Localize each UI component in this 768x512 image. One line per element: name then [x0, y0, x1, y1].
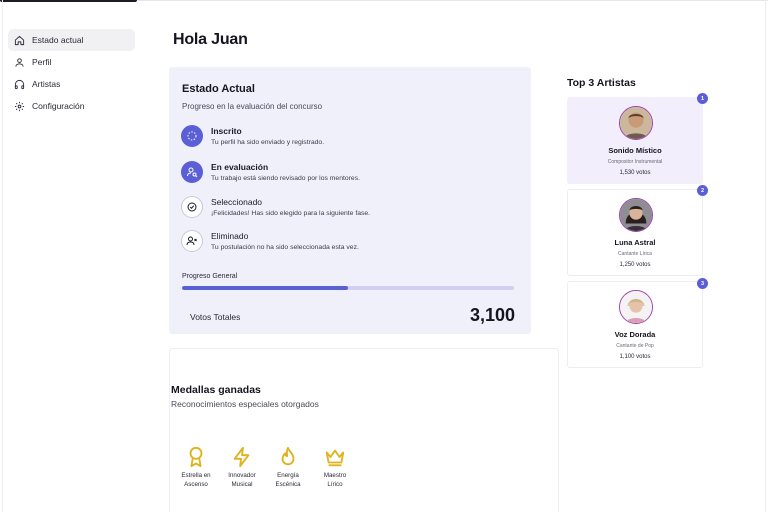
artist-card[interactable]: Luna Astral Cantante Lírica 1,250 votos — [567, 189, 703, 276]
step-title: Inscrito — [211, 126, 242, 136]
progress-bar-fill — [182, 286, 348, 290]
user-search-icon — [181, 161, 203, 183]
dashed-circle-icon — [181, 125, 203, 147]
medal-label-line2: Escénica — [275, 480, 301, 488]
artist-votes: 1,100 votos — [619, 354, 651, 360]
status-subtitle: Progreso en la evaluación del concurso — [182, 102, 323, 111]
award-icon — [189, 446, 203, 468]
step-inscrito: Inscrito Tu perfil ha sido enviado y reg… — [181, 125, 511, 151]
medal-label-line1: Estrella en — [181, 472, 211, 479]
frame-left-border — [2, 0, 3, 512]
progress-bar — [182, 286, 514, 290]
top-tab-indicator — [0, 0, 137, 2]
artist-card[interactable]: Voz Dorada Cantante de Pop 1,100 votos — [567, 281, 703, 368]
avatar — [619, 290, 653, 324]
avatar — [619, 106, 653, 140]
rank-badge: 2 — [697, 185, 708, 196]
gear-icon — [13, 100, 25, 112]
artist-votes: 1,250 votos — [619, 262, 651, 268]
sidebar-item-label: Estado actual — [32, 35, 84, 45]
medal-label-line1: Innovador — [228, 472, 256, 479]
medal-label-line1: Maestro — [323, 472, 347, 479]
frame-right-border — [765, 0, 766, 512]
medals-title: Medallas ganadas — [171, 384, 261, 396]
artist-card[interactable]: Sonido Místico Compositor Instrumental 1… — [567, 97, 703, 184]
sidebar-item-label: Configuración — [32, 101, 85, 111]
medal-label-line2: Musical — [231, 480, 253, 488]
status-title: Estado Actual — [182, 83, 255, 95]
headphones-icon — [13, 78, 25, 90]
medal-energia-escenica: Energía Escénica — [265, 446, 311, 489]
medals-subtitle: Reconocimientos especiales otorgados — [171, 399, 319, 409]
artist-role: Compositor Instrumental — [607, 159, 663, 165]
sidebar-item-estado-actual[interactable]: Estado actual — [8, 29, 135, 51]
sidebar-item-label: Artistas — [32, 79, 61, 89]
step-description: Tu postulación no ha sido seleccionada e… — [211, 244, 359, 251]
progress-label: Progreso General — [182, 273, 238, 280]
medals-card: Medallas ganadas Reconocimientos especia… — [169, 348, 559, 512]
artist-name: Voz Dorada — [614, 330, 656, 339]
step-title: En evaluación — [211, 162, 269, 172]
artist-name: Sonido Místico — [608, 146, 662, 155]
step-description: Tu trabajo está siendo revisado por los … — [211, 175, 360, 182]
step-en-evaluacion: En evaluación Tu trabajo está siendo rev… — [181, 161, 511, 187]
votes-total: 3,100 — [469, 305, 515, 325]
rank-badge: 1 — [697, 93, 708, 104]
sidebar-item-artistas[interactable]: Artistas — [8, 73, 135, 95]
user-x-icon — [181, 230, 203, 252]
lightning-icon — [233, 446, 250, 468]
step-description: Tu perfil ha sido enviado y registrado. — [211, 139, 325, 146]
sidebar-item-label: Perfil — [32, 57, 52, 67]
top-artists-title: Top 3 Artistas — [567, 77, 636, 89]
check-circle-icon — [181, 196, 203, 218]
medal-maestro-lirico: Maestro Lírico — [312, 446, 358, 489]
step-title: Eliminado — [211, 231, 249, 241]
medal-label-line2: Lírico — [327, 480, 343, 488]
user-icon — [13, 56, 25, 68]
artist-role: Cantante Lírica — [618, 251, 652, 257]
medal-label-line2: Ascenso — [184, 480, 208, 488]
status-card: Estado Actual Progreso en la evaluación … — [169, 67, 531, 334]
avatar — [619, 198, 653, 232]
sidebar-item-perfil[interactable]: Perfil — [8, 51, 135, 73]
step-eliminado: Eliminado Tu postulación no ha sido sele… — [181, 230, 511, 256]
crown-icon — [325, 449, 345, 467]
medal-label-line1: Energía — [277, 472, 299, 479]
artist-role: Cantante de Pop — [616, 343, 654, 349]
rank-badge: 3 — [697, 278, 708, 289]
step-seleccionado: Seleccionado ¡Felicidades! Has sido eleg… — [181, 196, 511, 222]
flame-icon — [281, 446, 295, 466]
sidebar-item-configuracion[interactable]: Configuración — [8, 95, 135, 117]
sidebar: Estado actual Perfil Artistas Configurac… — [8, 29, 135, 117]
medal-innovador-musical: Innovador Musical — [219, 446, 265, 489]
step-title: Seleccionado — [211, 197, 263, 207]
artist-name: Luna Astral — [614, 238, 656, 247]
medal-estrella-en-ascenso: Estrella en Ascenso — [173, 446, 219, 489]
votes-label: Votos Totales — [190, 312, 241, 322]
step-description: ¡Felicidades! Has sido elegido para la s… — [211, 210, 371, 217]
artist-votes: 1,530 votos — [619, 170, 651, 176]
page-title: Hola Juan — [173, 31, 248, 48]
home-icon — [13, 34, 25, 46]
